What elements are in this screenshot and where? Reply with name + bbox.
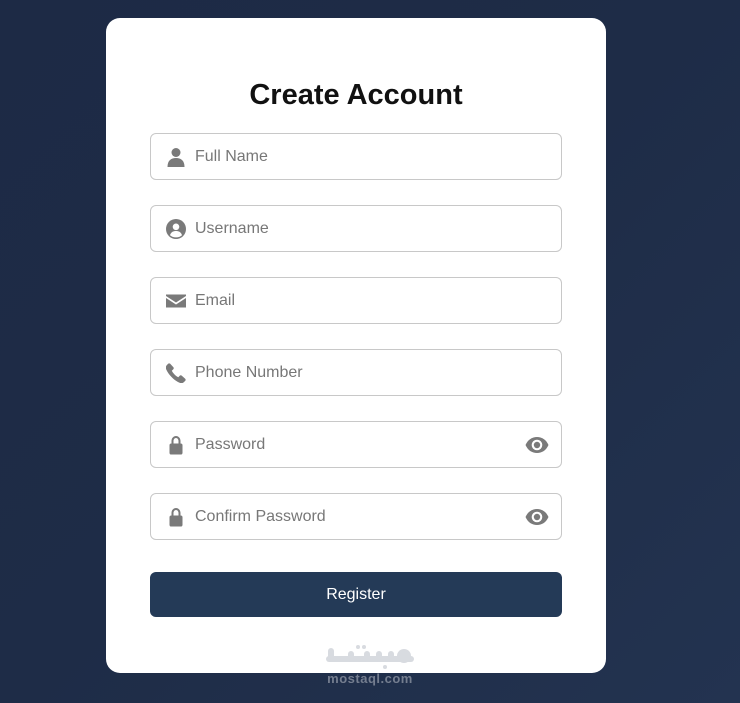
eye-icon[interactable] bbox=[525, 434, 549, 456]
email-field[interactable] bbox=[150, 277, 562, 324]
register-card: Create Account Full Name Username Email … bbox=[106, 18, 606, 673]
email-input[interactable] bbox=[195, 278, 515, 323]
register-button[interactable]: Register bbox=[150, 572, 562, 617]
full-name-input[interactable] bbox=[195, 134, 515, 179]
envelope-icon bbox=[165, 290, 186, 311]
phone-input[interactable] bbox=[195, 350, 515, 395]
page-title: Create Account bbox=[249, 79, 463, 111]
watermark-text: mostaql.com bbox=[327, 671, 413, 686]
username-field[interactable] bbox=[150, 205, 562, 252]
username-input[interactable] bbox=[195, 206, 515, 251]
full-name-field[interactable] bbox=[150, 133, 562, 180]
phone-icon bbox=[165, 362, 186, 383]
password-field[interactable] bbox=[150, 421, 562, 468]
eye-icon[interactable] bbox=[525, 506, 549, 528]
user-circle-icon bbox=[165, 218, 186, 239]
user-icon bbox=[165, 146, 186, 167]
lock-icon bbox=[165, 434, 186, 455]
confirm-password-input[interactable] bbox=[195, 494, 515, 539]
password-input[interactable] bbox=[195, 422, 515, 467]
phone-field[interactable] bbox=[150, 349, 562, 396]
confirm-password-field[interactable] bbox=[150, 493, 562, 540]
lock-icon bbox=[165, 506, 186, 527]
